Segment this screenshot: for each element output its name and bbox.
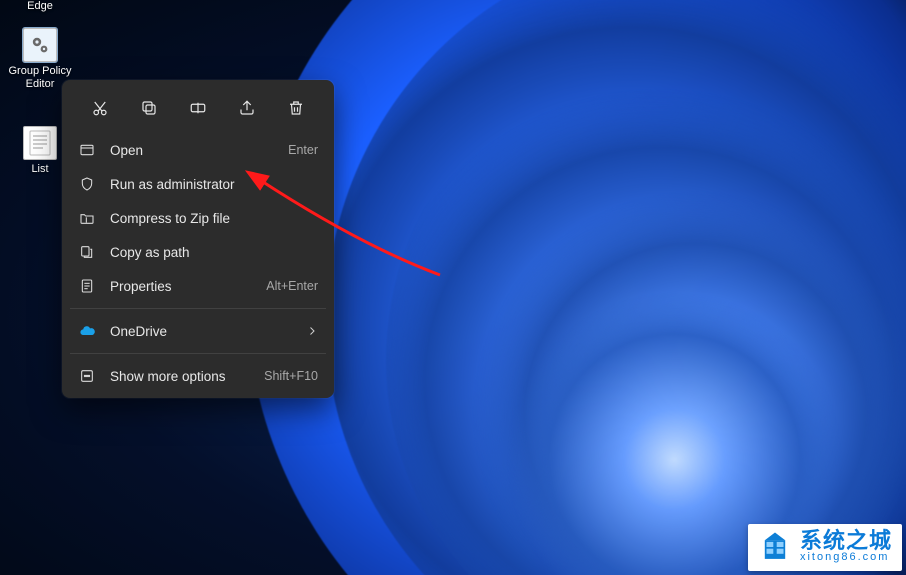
cut-icon bbox=[91, 99, 109, 117]
watermark-logo-icon bbox=[758, 530, 792, 564]
menu-item-shortcut: Alt+Enter bbox=[266, 279, 318, 293]
menu-item-label: Show more options bbox=[110, 369, 250, 384]
copy-path-icon bbox=[78, 243, 96, 261]
watermark-url: xitong86.com bbox=[800, 552, 892, 564]
copy-button[interactable] bbox=[132, 93, 166, 123]
context-menu-action-row bbox=[62, 85, 334, 133]
context-menu: Open Enter Run as administrator Compress… bbox=[62, 80, 334, 398]
run-as-administrator-menu-item[interactable]: Run as administrator bbox=[62, 167, 334, 201]
copy-icon bbox=[140, 99, 158, 117]
menu-divider bbox=[70, 308, 326, 309]
rename-button[interactable] bbox=[181, 93, 215, 123]
desktop-icon-edge[interactable]: Edge bbox=[4, 0, 76, 13]
gears-icon bbox=[23, 28, 57, 62]
open-icon bbox=[78, 141, 96, 159]
cut-button[interactable] bbox=[83, 93, 117, 123]
watermark: 系统之城 xitong86.com bbox=[748, 524, 902, 571]
menu-item-shortcut: Shift+F10 bbox=[264, 369, 318, 383]
open-menu-item[interactable]: Open Enter bbox=[62, 133, 334, 167]
compress-zip-menu-item[interactable]: Compress to Zip file bbox=[62, 201, 334, 235]
rename-icon bbox=[189, 99, 207, 117]
desktop-icon-label: List bbox=[31, 163, 48, 176]
zip-icon bbox=[78, 209, 96, 227]
delete-button[interactable] bbox=[279, 93, 313, 123]
more-icon bbox=[78, 367, 96, 385]
menu-item-label: OneDrive bbox=[110, 324, 292, 339]
copy-as-path-menu-item[interactable]: Copy as path bbox=[62, 235, 334, 269]
show-more-options-menu-item[interactable]: Show more options Shift+F10 bbox=[62, 359, 334, 393]
desktop-icon-label: Edge bbox=[27, 0, 53, 13]
menu-item-label: Properties bbox=[110, 279, 252, 294]
shield-icon bbox=[78, 175, 96, 193]
onedrive-menu-item[interactable]: OneDrive bbox=[62, 314, 334, 348]
properties-icon bbox=[78, 277, 96, 295]
menu-item-label: Copy as path bbox=[110, 245, 318, 260]
menu-divider bbox=[70, 353, 326, 354]
menu-item-label: Compress to Zip file bbox=[110, 211, 318, 226]
chevron-right-icon bbox=[306, 325, 318, 337]
menu-item-label: Open bbox=[110, 143, 274, 158]
text-file-icon bbox=[23, 126, 57, 160]
share-button[interactable] bbox=[230, 93, 264, 123]
menu-item-label: Run as administrator bbox=[110, 177, 318, 192]
menu-item-shortcut: Enter bbox=[288, 143, 318, 157]
delete-icon bbox=[287, 99, 305, 117]
watermark-title: 系统之城 bbox=[800, 529, 892, 552]
share-icon bbox=[238, 99, 256, 117]
properties-menu-item[interactable]: Properties Alt+Enter bbox=[62, 269, 334, 303]
onedrive-icon bbox=[78, 322, 96, 340]
